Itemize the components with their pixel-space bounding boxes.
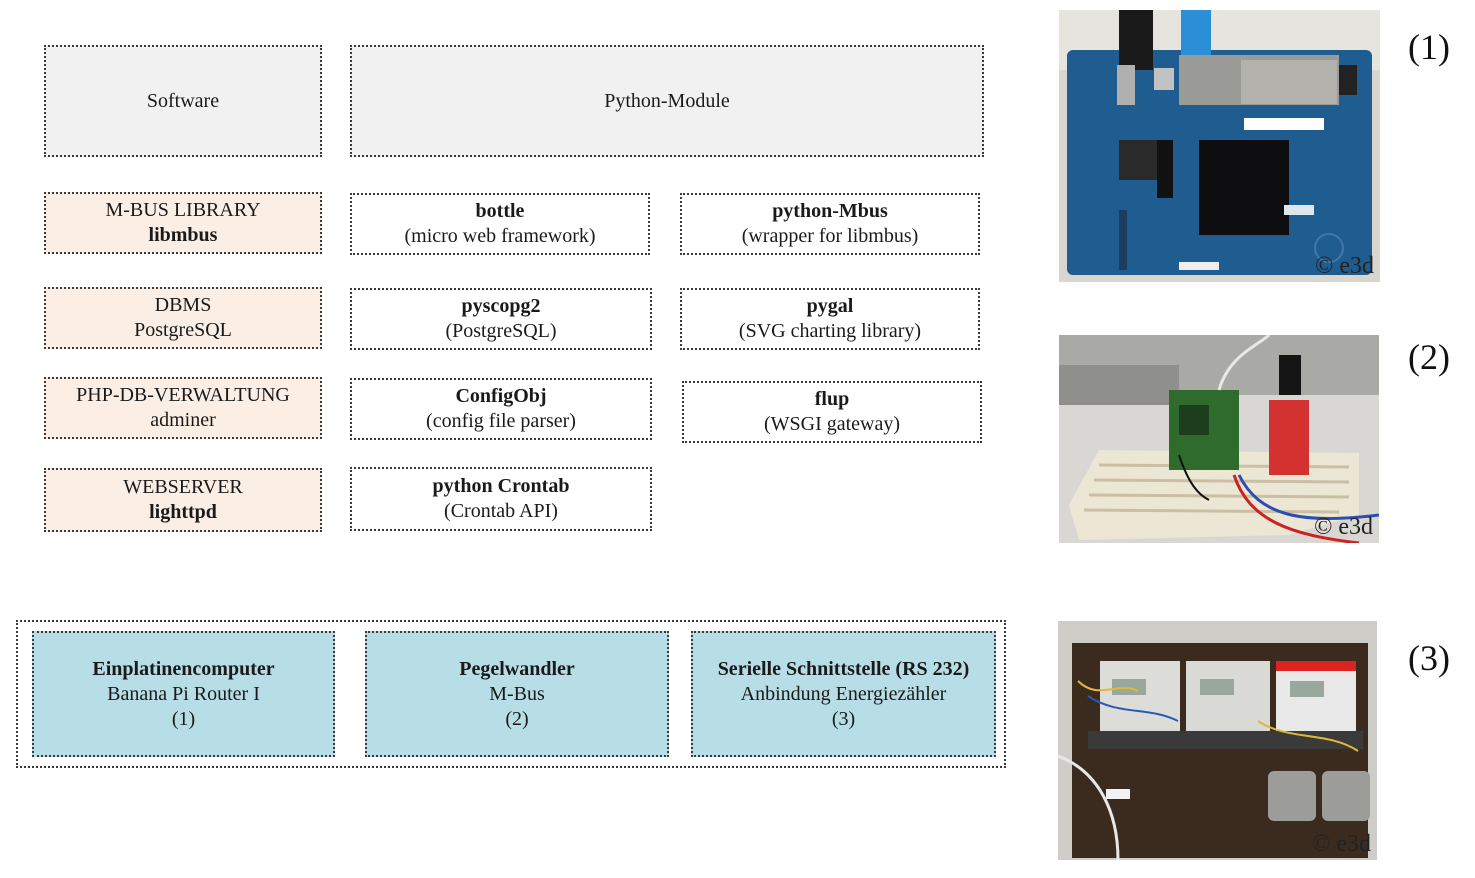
photo-level-converter: © e3d (1059, 335, 1379, 543)
module-desc: (config file parser) (426, 410, 576, 432)
module-name: pygal (806, 295, 854, 317)
hardware-subtitle: Anbindung Energiezähler (740, 682, 947, 705)
software-name: lighttpd (149, 501, 217, 523)
module-box-bottle: bottle (micro web framework) (350, 193, 650, 255)
software-name: PostgreSQL (134, 319, 232, 341)
software-category: DBMS (154, 294, 212, 316)
module-desc: (WSGI gateway) (763, 413, 901, 435)
hardware-ref: (1) (171, 707, 196, 730)
photo-label: (1) (1408, 27, 1450, 67)
software-category: PHP-DB-VERWALTUNG (76, 384, 290, 406)
hardware-box-single-board-computer: Einplatinencomputer Banana Pi Router I (… (32, 631, 335, 757)
hardware-box-level-converter: Pegelwandler M-Bus (2) (365, 631, 669, 757)
hardware-ref: (3) (831, 707, 856, 730)
module-desc: (PostgreSQL) (445, 320, 557, 342)
photo-energy-meters: © e3d (1058, 621, 1377, 860)
software-name: libmbus (148, 224, 218, 246)
software-box-php-db: PHP-DB-VERWALTUNG adminer (44, 377, 322, 439)
python-modules-header-box: Python-Module (350, 45, 984, 157)
software-box-mbus-library: M-BUS LIBRARY libmbus (44, 192, 322, 254)
software-name: adminer (150, 409, 216, 431)
module-name: flup (814, 388, 850, 410)
photo-label: (3) (1408, 638, 1450, 678)
module-box-flup: flup (WSGI gateway) (682, 381, 982, 443)
module-name: ConfigObj (455, 385, 547, 407)
module-box-python-mbus: python-Mbus (wrapper for libmbus) (680, 193, 980, 255)
software-header-box: Software (44, 45, 322, 157)
module-name: pyscopg2 (461, 295, 541, 317)
module-desc: (SVG charting library) (738, 320, 922, 342)
hardware-box-serial-interface: Serielle Schnittstelle (RS 232) Anbindun… (691, 631, 996, 757)
level-converter-illustration (1059, 335, 1379, 543)
module-box-configobj: ConfigObj (config file parser) (350, 378, 652, 440)
module-name: python Crontab (432, 475, 570, 497)
banana-pi-board-illustration (1059, 10, 1380, 282)
hardware-title: Pegelwandler (459, 657, 575, 680)
energy-meters-illustration (1058, 621, 1377, 860)
software-box-dbms: DBMS PostgreSQL (44, 287, 322, 349)
hardware-subtitle: M-Bus (489, 682, 545, 705)
photo-copyright: © e3d (1315, 253, 1374, 279)
python-modules-header-label: Python-Module (604, 89, 730, 112)
software-category: M-BUS LIBRARY (105, 199, 261, 221)
hardware-title: Einplatinencomputer (92, 657, 275, 680)
photo-copyright: © e3d (1312, 831, 1371, 857)
module-name: bottle (475, 200, 525, 222)
module-box-pyscopg2: pyscopg2 (PostgreSQL) (350, 288, 652, 350)
module-name: python-Mbus (772, 200, 888, 222)
module-desc: (wrapper for libmbus) (741, 225, 919, 247)
module-box-pygal: pygal (SVG charting library) (680, 288, 980, 350)
photo-banana-pi-board: © e3d (1059, 10, 1380, 282)
software-box-webserver: WEBSERVER lighttpd (44, 468, 322, 532)
hardware-title: Serielle Schnittstelle (RS 232) (717, 657, 970, 680)
hardware-subtitle: Banana Pi Router I (107, 682, 260, 705)
photo-copyright: © e3d (1314, 514, 1373, 540)
software-category: WEBSERVER (123, 476, 243, 498)
module-box-python-crontab: python Crontab (Crontab API) (350, 467, 652, 531)
module-desc: (Crontab API) (444, 500, 558, 522)
hardware-ref: (2) (505, 707, 529, 730)
module-desc: (micro web framework) (404, 225, 596, 247)
photo-label: (2) (1408, 337, 1450, 377)
software-header-label: Software (146, 89, 220, 112)
